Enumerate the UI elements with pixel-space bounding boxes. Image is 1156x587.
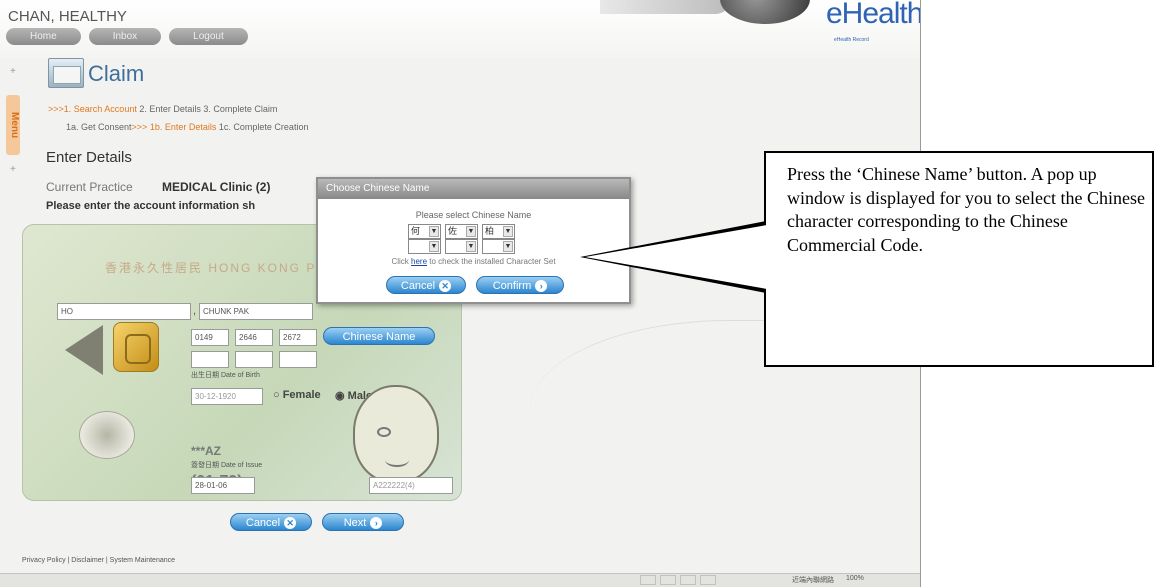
issue-date-input[interactable]: 28-01-06 xyxy=(191,477,255,494)
step-enter-details: 2. Enter Details xyxy=(139,104,201,114)
arrow-right-icon: › xyxy=(535,280,548,292)
inbox-button[interactable]: Inbox xyxy=(88,28,162,45)
section-title: Enter Details xyxy=(46,149,132,166)
step-complete-creation: 1c. Complete Creation xyxy=(218,122,309,132)
char-select-5[interactable]: ▼ xyxy=(445,239,478,254)
claim-icon xyxy=(48,58,84,88)
user-name: CHAN, HEALTHY xyxy=(8,8,127,25)
card-face-graphic xyxy=(353,385,439,483)
char-select-1[interactable]: 何 ▼ xyxy=(408,224,441,239)
ehealth-logo: eHealth eHealth Record xyxy=(826,0,920,43)
menu-tab[interactable]: Menu xyxy=(6,95,20,155)
char-select-4[interactable]: ▼ xyxy=(408,239,441,254)
security-zone: 近端內聯網路 xyxy=(792,577,834,584)
status-slot xyxy=(660,575,676,585)
ccc-input-6[interactable] xyxy=(279,351,317,368)
instruction-callout: Press the ‘Chinese Name’ button. A pop u… xyxy=(580,151,1154,367)
char-select-2[interactable]: 佐 ▼ xyxy=(445,224,478,239)
hkid-input[interactable]: A222222(4) xyxy=(369,477,453,494)
dialog-cancel-button[interactable]: Cancel ✕ xyxy=(386,276,466,294)
char-select-3[interactable]: 柏 ▼ xyxy=(482,224,515,239)
chevron-down-icon: ▼ xyxy=(503,241,513,252)
steps-main: >>>1. Search Account 2. Enter Details 3.… xyxy=(48,104,278,114)
practice-value: MEDICAL Clinic (2) xyxy=(162,180,271,194)
close-icon: ✕ xyxy=(284,517,297,529)
status-slot xyxy=(680,575,696,585)
page-title: Claim xyxy=(88,61,145,86)
card-seal-graphic xyxy=(79,411,135,459)
status-slot xyxy=(640,575,656,585)
chevron-down-icon: ▼ xyxy=(466,226,476,237)
ccc-input-1[interactable]: 0149 xyxy=(191,329,229,346)
surname-input[interactable]: HO xyxy=(57,303,191,320)
top-nav: Home Inbox Logout xyxy=(6,28,248,45)
dialog-title: Choose Chinese Name xyxy=(318,179,629,199)
charset-link[interactable]: here xyxy=(411,257,427,266)
arrow-right-icon: › xyxy=(370,517,383,529)
expand-icon[interactable]: + xyxy=(10,66,16,77)
step-get-consent: 1a. Get Consent xyxy=(66,122,132,132)
chevron-down-icon: ▼ xyxy=(429,241,439,252)
instruction-text: Please enter the account information sh xyxy=(46,200,256,212)
chevron-down-icon: ▼ xyxy=(503,226,513,237)
dialog-confirm-button[interactable]: Confirm › xyxy=(476,276,564,294)
practice-label: Current Practice xyxy=(46,180,133,194)
device-graphic xyxy=(720,0,810,24)
expand-icon[interactable]: + xyxy=(10,164,16,175)
callout-text: Press the ‘Chinese Name’ button. A pop u… xyxy=(787,164,1145,255)
home-button[interactable]: Home xyxy=(6,28,81,45)
zoom-level[interactable]: 100% xyxy=(846,575,864,582)
char-select-6[interactable]: ▼ xyxy=(482,239,515,254)
gender-female-radio[interactable]: ○ Female xyxy=(273,389,321,401)
step-enter-details-sub: 1b. Enter Details xyxy=(149,122,217,132)
dialog-prompt: Please select Chinese Name xyxy=(415,210,532,220)
ccc-input-4[interactable] xyxy=(191,351,229,368)
issue-label: 簽發日期 Date of Issue xyxy=(191,462,263,469)
step-complete-claim: 3. Complete Claim xyxy=(203,104,278,114)
logo-subtext: eHealth Record xyxy=(834,37,869,43)
dob-label: 出生日期 Date of Birth xyxy=(191,372,260,379)
card-chip-graphic xyxy=(113,322,159,372)
next-button[interactable]: Next › xyxy=(322,513,404,531)
chinese-name-button[interactable]: Chinese Name xyxy=(323,327,435,345)
ccc-input-2[interactable]: 2646 xyxy=(235,329,273,346)
card-arrow-graphic xyxy=(65,325,103,375)
ccc-input-5[interactable] xyxy=(235,351,273,368)
steps-sub: 1a. Get Consent>>> 1b. Enter Details 1c.… xyxy=(66,122,309,132)
dob-input[interactable]: 30-12-1920 xyxy=(191,388,263,405)
chevron-down-icon: ▼ xyxy=(466,241,476,252)
decorative-stripe xyxy=(600,0,730,14)
chevron-down-icon: ▼ xyxy=(429,226,439,237)
given-name-input[interactable]: CHUNK PAK xyxy=(199,303,313,320)
status-bar xyxy=(0,573,920,587)
close-icon: ✕ xyxy=(439,280,452,292)
status-slot xyxy=(700,575,716,585)
card-symbols: ***AZ xyxy=(191,444,222,458)
cancel-button[interactable]: Cancel ✕ xyxy=(230,513,312,531)
top-bar: CHAN, HEALTHY Home Inbox Logout eHealth e… xyxy=(0,0,920,58)
step-search-account: 1. Search Account xyxy=(63,104,137,114)
logout-button[interactable]: Logout xyxy=(169,28,248,45)
footer-links[interactable]: Privacy Policy | Disclaimer | System Mai… xyxy=(22,557,175,564)
ccc-input-3[interactable]: 2672 xyxy=(279,329,317,346)
